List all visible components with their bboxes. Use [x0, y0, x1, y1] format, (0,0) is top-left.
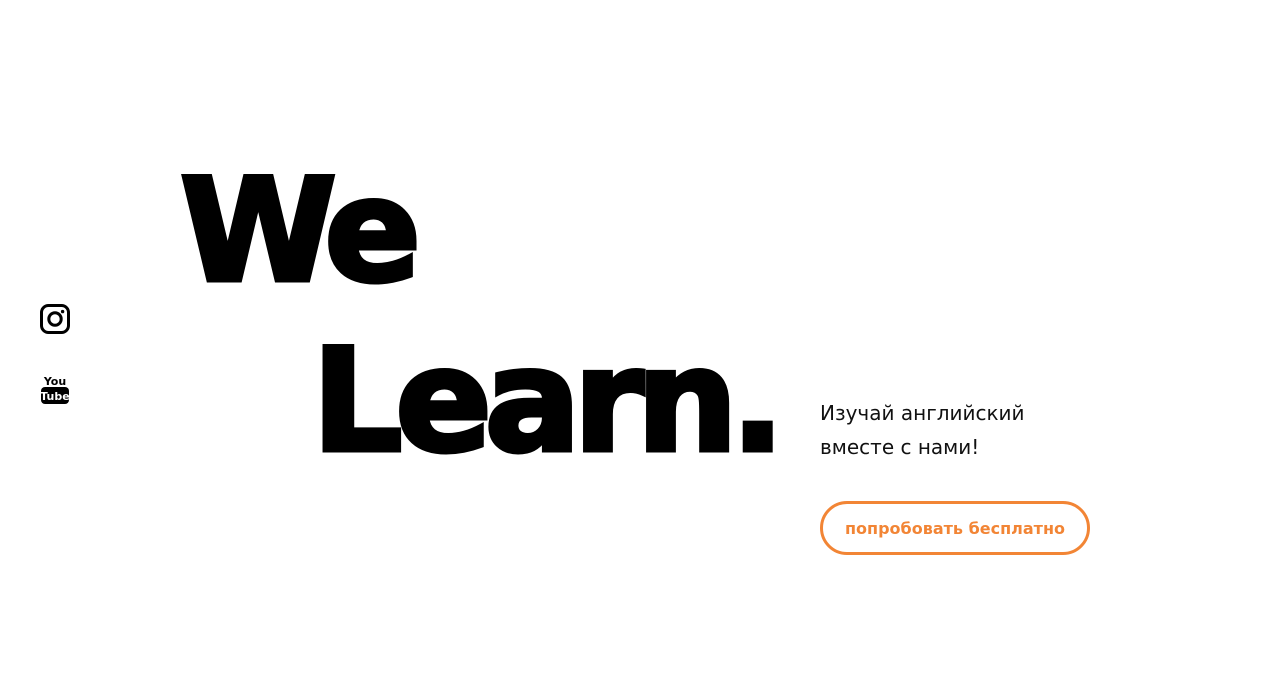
youtube-icon-text-tube: Tube — [40, 390, 69, 403]
try-free-button[interactable]: попробовать бесплатно — [820, 501, 1090, 555]
instagram-icon — [40, 304, 70, 334]
youtube-link[interactable]: You Tube — [40, 373, 70, 405]
tagline-line-2: вместе с нами! — [820, 435, 980, 459]
tagline-line-1: Изучай английский — [820, 401, 1025, 425]
social-links: You Tube — [40, 303, 70, 405]
tagline: Изучай английский вместе с нами! — [820, 396, 1080, 464]
instagram-link[interactable] — [40, 303, 70, 335]
hero-title-we: We — [178, 149, 424, 314]
hero-title-learn: Learn. — [310, 319, 788, 484]
youtube-icon: You Tube — [40, 375, 70, 404]
youtube-icon-text-you: You — [43, 375, 66, 388]
